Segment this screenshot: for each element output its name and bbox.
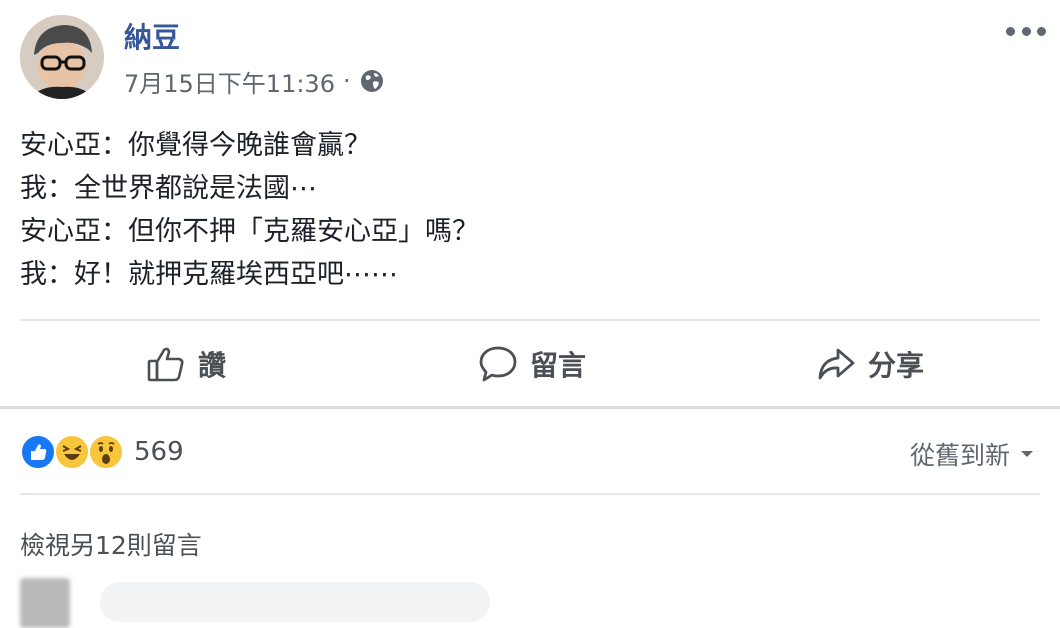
author-avatar[interactable] bbox=[20, 15, 104, 99]
comment-label: 留言 bbox=[530, 349, 587, 382]
share-arrow-icon bbox=[818, 348, 855, 380]
comment-bubble-icon bbox=[479, 346, 517, 382]
divider bbox=[20, 493, 1040, 495]
like-icon bbox=[20, 434, 56, 470]
author-name[interactable]: 納豆 bbox=[124, 20, 180, 56]
divider bbox=[20, 319, 1040, 321]
thumbs-up-icon bbox=[147, 347, 184, 382]
comment-sort-dropdown[interactable]: 從舊到新 bbox=[910, 436, 1034, 472]
post-timestamp[interactable]: 7月15日下午11:36 bbox=[124, 64, 335, 99]
view-more-comments-link[interactable]: 檢視另12則留言 bbox=[20, 526, 202, 562]
share-label: 分享 bbox=[868, 349, 925, 382]
post-line: 我：全世界都說是法國⋯ bbox=[20, 173, 317, 204]
facebook-post: 納豆 7月15日下午11:36 · 安心亞：你覺得今晚誰會贏？ 我：全世界都說是… bbox=[0, 0, 1060, 628]
caret-down-icon bbox=[1021, 451, 1033, 457]
more-options-icon[interactable] bbox=[1006, 18, 1046, 44]
comment-bubble bbox=[100, 582, 490, 622]
wow-icon bbox=[88, 434, 124, 470]
section-divider bbox=[0, 406, 1060, 409]
haha-icon bbox=[54, 434, 90, 470]
reaction-count: 569 bbox=[134, 437, 184, 467]
post-line: 安心亞：但你不押「克羅安心亞」嗎？ bbox=[20, 216, 479, 247]
action-bar: 讚 留言 分享 bbox=[0, 322, 1060, 406]
post-meta: 7月15日下午11:36 · bbox=[124, 64, 385, 99]
commenter-avatar[interactable] bbox=[20, 578, 70, 628]
like-button[interactable]: 讚 bbox=[146, 322, 226, 406]
sort-label: 從舊到新 bbox=[909, 441, 1010, 470]
comment-button[interactable]: 留言 bbox=[478, 322, 586, 406]
post-line: 我：好！就押克羅埃西亞吧⋯⋯ bbox=[20, 259, 398, 290]
globe-icon bbox=[360, 70, 383, 92]
reaction-summary[interactable]: 569 bbox=[20, 432, 184, 472]
meta-separator: · bbox=[342, 67, 351, 95]
share-button[interactable]: 分享 bbox=[816, 322, 924, 406]
post-line: 安心亞：你覺得今晚誰會贏？ bbox=[20, 130, 371, 161]
like-label: 讚 bbox=[198, 349, 227, 382]
post-body: 安心亞：你覺得今晚誰會贏？ 我：全世界都說是法國⋯ 安心亞：但你不押「克羅安心亞… bbox=[20, 124, 1020, 296]
